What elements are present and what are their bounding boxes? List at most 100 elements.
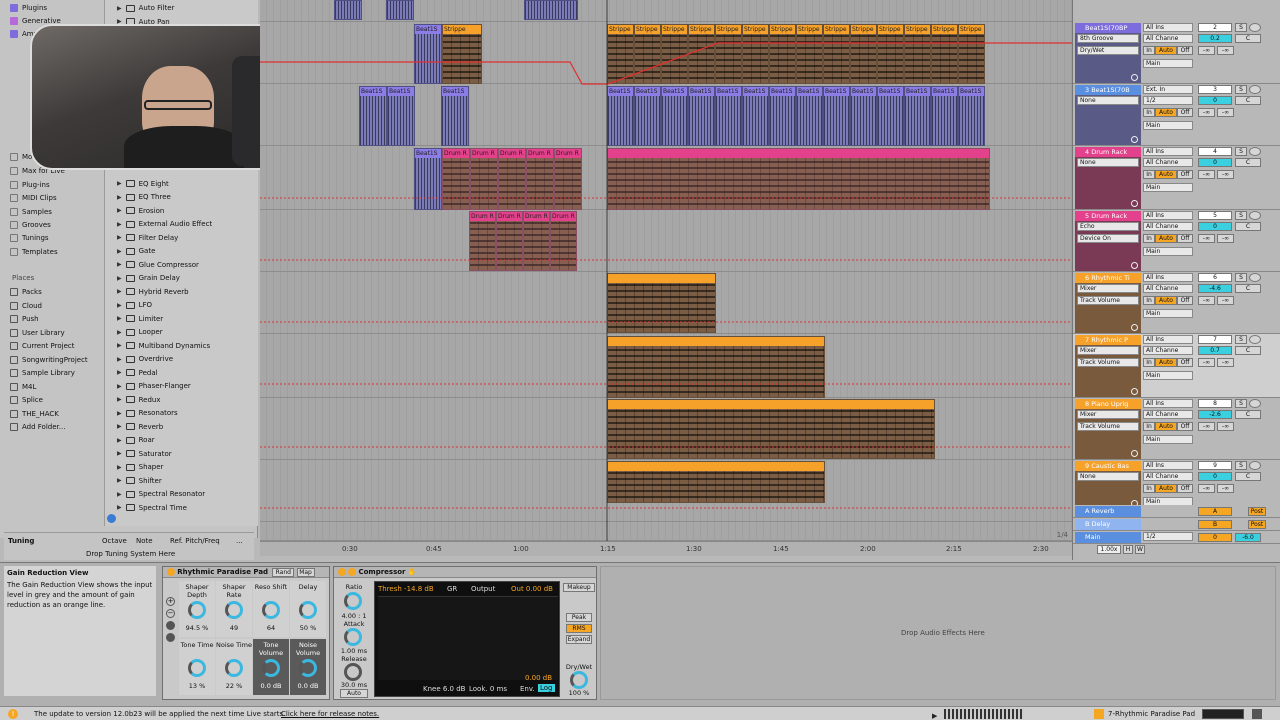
place-item[interactable]: Add Folder... [10, 421, 65, 433]
output-dropdown[interactable]: Main [1143, 435, 1193, 444]
arm-button[interactable] [1249, 273, 1261, 282]
monitor-off-button[interactable]: Off [1177, 170, 1193, 179]
arrangement-clip[interactable] [524, 0, 578, 20]
monitor-auto-button[interactable]: Auto [1155, 358, 1177, 367]
arrangement-clip[interactable]: Drum R [469, 211, 496, 271]
input-type-dropdown[interactable]: All Ins [1143, 211, 1193, 220]
arrangement-clip[interactable]: Drum R [470, 148, 498, 210]
arrangement-clip[interactable]: Strippe [931, 24, 958, 84]
arrangement-clip[interactable]: Strippe [742, 24, 769, 84]
expand-button[interactable]: Expand [566, 635, 592, 644]
arrangement-clip[interactable]: Strippe [823, 24, 850, 84]
device-list-item[interactable]: ▶ Phaser-Flanger [117, 380, 191, 392]
automation-source-dropdown[interactable]: 8th Groove [1077, 34, 1139, 43]
device-list-item[interactable]: ▶ Limiter [117, 313, 163, 325]
track-fold-icon[interactable] [1131, 200, 1138, 207]
automation-source-dropdown[interactable]: Mixer [1077, 346, 1139, 355]
volume-field[interactable]: -2.6 [1198, 410, 1232, 419]
arrangement-clip[interactable]: Strippe [442, 24, 482, 84]
browser-category-item[interactable]: Plug-ins [10, 179, 50, 191]
output-dropdown[interactable]: Main [1143, 59, 1193, 68]
volume-field[interactable]: -4.6 [1198, 284, 1232, 293]
send-a-field[interactable]: -∞ [1198, 358, 1215, 367]
input-channel-dropdown[interactable]: 1/2 [1143, 96, 1193, 105]
track-header[interactable]: Beat1S(70BP 8th Groove Dry/Wet All Ins All C… [1073, 22, 1280, 84]
monitor-in-button[interactable]: In [1143, 234, 1155, 243]
track-fold-icon[interactable] [1131, 136, 1138, 143]
peak-button[interactable]: Peak [566, 613, 592, 622]
send-b-field[interactable]: -∞ [1217, 296, 1234, 305]
track-fold-icon[interactable] [1131, 450, 1138, 457]
arrangement-clip[interactable]: Strippe [850, 24, 877, 84]
device-list-item[interactable]: ▶ Glue Compressor [117, 259, 199, 271]
arrangement-clip[interactable]: Beat1S [414, 24, 442, 84]
arm-button[interactable] [1249, 335, 1261, 344]
arrangement-clip[interactable]: Beat1S [904, 86, 931, 146]
macro-knob[interactable] [225, 659, 243, 677]
pan-field[interactable]: C [1235, 410, 1261, 419]
release-notes-link[interactable]: Click here for release notes. [281, 707, 379, 720]
input-channel-dropdown[interactable]: All Channe [1143, 158, 1193, 167]
arrangement-clip[interactable]: Drum R [442, 148, 470, 210]
arrangement-clip[interactable]: Beat1S [850, 86, 877, 146]
look-readout[interactable]: Look. 0 ms [469, 685, 507, 693]
zoom-field[interactable]: 1.00x [1097, 545, 1121, 554]
device-list-item[interactable]: ▶ Pedal [117, 367, 158, 379]
arrangement-clip[interactable]: Beat1S [661, 86, 688, 146]
browser-settings-icon[interactable] [107, 514, 116, 523]
monitor-auto-button[interactable]: Auto [1155, 484, 1177, 493]
arrangement-clip[interactable]: Strippe [904, 24, 931, 84]
device-on-icon[interactable] [167, 568, 175, 576]
arm-button[interactable] [1249, 399, 1261, 408]
track-name[interactable]: 9 Caustic Bas [1075, 461, 1141, 471]
monitor-off-button[interactable]: Off [1177, 358, 1193, 367]
send-a-field[interactable]: -∞ [1198, 108, 1215, 117]
track-fold-icon[interactable] [1131, 324, 1138, 331]
track-lane[interactable] [260, 210, 1072, 272]
arrangement-clip[interactable]: Strippe [796, 24, 823, 84]
browser-category-item[interactable]: Grooves [10, 219, 51, 231]
arrangement-clip[interactable] [386, 0, 414, 20]
device-list-item[interactable]: ▶ Gate [117, 245, 155, 257]
place-item[interactable]: Packs [10, 286, 42, 298]
track-fold-icon[interactable] [1131, 262, 1138, 269]
place-item[interactable]: Splice [10, 394, 43, 406]
output-dropdown[interactable]: Main [1143, 121, 1193, 130]
macro-icon[interactable] [166, 633, 175, 642]
ratio-knob[interactable] [344, 592, 362, 610]
solo-button[interactable]: S [1235, 23, 1247, 32]
arrangement-clip[interactable]: Beat1S [823, 86, 850, 146]
monitor-in-button[interactable]: In [1143, 422, 1155, 431]
volume-field[interactable]: 0.7 [1198, 346, 1232, 355]
track-header[interactable]: 6 Rhythmic Ti Mixer Track Volume All Ins All… [1073, 272, 1280, 334]
pan-field[interactable]: C [1235, 222, 1261, 231]
pan-field[interactable]: C [1235, 346, 1261, 355]
device-list-item[interactable]: ▶ Saturator [117, 448, 172, 460]
post-button[interactable]: Post [1248, 520, 1266, 529]
solo-button[interactable]: S [1235, 211, 1247, 220]
macro-knob[interactable] [262, 601, 280, 619]
volume-field[interactable]: 0 [1198, 96, 1232, 105]
monitor-in-button[interactable]: In [1143, 46, 1155, 55]
input-type-dropdown[interactable]: All Ins [1143, 461, 1193, 470]
automation-param-dropdown[interactable]: Track Volume [1077, 358, 1139, 367]
arrangement-clip[interactable]: Strippe [661, 24, 688, 84]
return-name[interactable]: B Delay [1075, 519, 1141, 530]
device-list-item[interactable]: ▶ Spectral Time [117, 502, 187, 514]
track-name[interactable]: 8 Piano Uprig [1075, 399, 1141, 409]
arrangement-clip[interactable] [607, 148, 990, 210]
arrangement-clip[interactable]: Drum R [523, 211, 550, 271]
monitor-auto-button[interactable]: Auto [1155, 46, 1177, 55]
arrangement-clip[interactable]: Strippe [607, 24, 634, 84]
input-type-dropdown[interactable]: All Ins [1143, 273, 1193, 282]
solo-button[interactable]: S [1235, 147, 1247, 156]
solo-button[interactable]: S [1235, 461, 1247, 470]
output-toggle[interactable]: Output [471, 585, 495, 593]
device-list-item[interactable]: ▶ Reverb [117, 421, 163, 433]
arrangement-clip[interactable] [607, 461, 825, 503]
automation-source-dropdown[interactable]: Echo [1077, 222, 1139, 231]
arrangement-clip[interactable]: Drum R [496, 211, 523, 271]
knee-readout[interactable]: Knee 6.0 dB [423, 685, 465, 693]
device-list-item[interactable]: ▶ Multiband Dynamics [117, 340, 210, 352]
pan-field[interactable]: C [1235, 158, 1261, 167]
